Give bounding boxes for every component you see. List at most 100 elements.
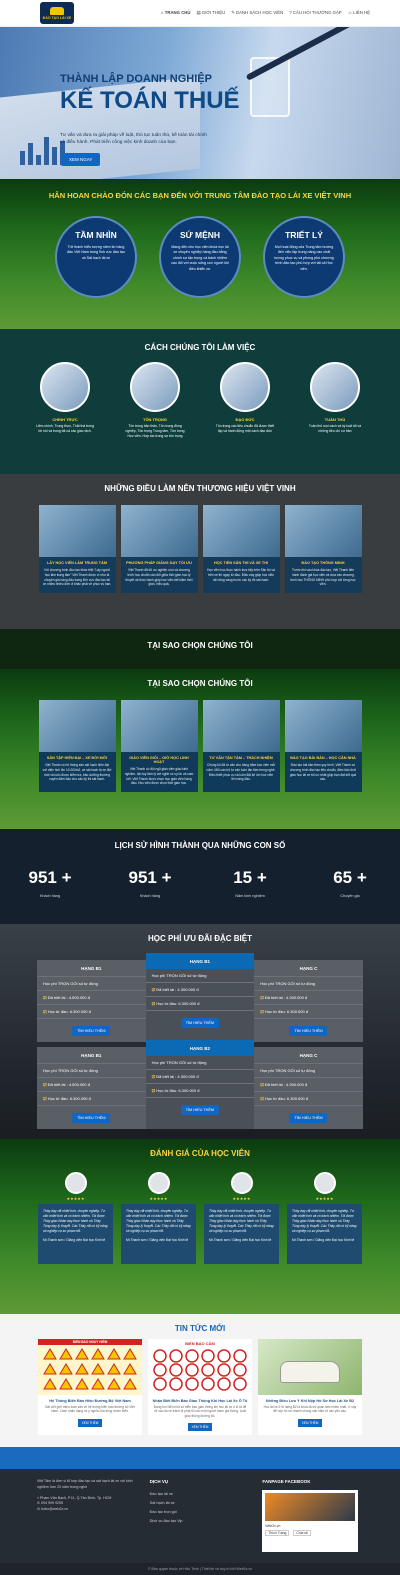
learn-more-button[interactable]: TÌM HIỂU THÊM	[289, 1026, 328, 1036]
nav-faq[interactable]: ? CÂU HỎI THƯỜNG GẶP	[289, 10, 341, 16]
work-heading: TUÂN THỦ	[324, 417, 346, 422]
price-plan-name: HẠNG B1	[37, 1047, 146, 1064]
review-text: Thầy dạy rất nhiệt tình, chuyên nghiệp. …	[126, 1209, 191, 1233]
hero-chart-image	[20, 137, 65, 165]
learn-more-button[interactable]: TÌM HIỂU THÊM	[289, 1113, 328, 1123]
avatar	[147, 1172, 170, 1194]
philosophy-heading: TRIẾT LÝ	[285, 230, 323, 240]
stat-label: Chuyên gia	[340, 894, 360, 898]
why-band-title: TẠI SAO CHỌN CHÚNG TÔI	[147, 641, 253, 650]
work-item: TUÂN THỦ Tuân thủ mọi cách và kỷ luật tốt…	[305, 362, 365, 439]
why-photo	[120, 700, 198, 752]
facebook-share-button[interactable]: Chia sẻ	[293, 1530, 311, 1536]
news-section: TIN TỨC MỚI BIỂN BÁO NGUY HIỂM Hệ Thống …	[0, 1314, 400, 1447]
brand-heading: LẤY HỌC VIÊN LÀM TRUNG TÂM	[46, 561, 108, 565]
reviewer-name: Mr.Thanh sơn / Giảng viên Đại học Kinh t…	[209, 1237, 272, 1242]
nav-students[interactable]: ✎ DANH SÁCH HỌC VIÊN	[231, 10, 283, 16]
footer-service-link[interactable]: Đào tạo lái xe	[150, 1490, 251, 1499]
learn-more-button[interactable]: TÌM HIỂU THÊM	[180, 1018, 219, 1028]
star-rating-icon: ★★★★★	[315, 1196, 334, 1201]
star-rating-icon: ★★★★★	[149, 1196, 168, 1201]
site-footer: Việt Tâm là đơn vị tổ hợp đào tạo và sát…	[0, 1469, 400, 1575]
hero-banner: THÀNH LẬP DOANH NGHIỆP KẾ TOÁN THUẾ Tư v…	[0, 27, 400, 179]
star-rating-icon: ★★★★★	[232, 1196, 251, 1201]
news-card[interactable]: BIỂN BÁO NGUY HIỂM Hệ Thống Biển Báo Hiệ…	[38, 1339, 142, 1436]
why-heading: TƯ VẤN TẬN TÂM – TRÁCH NHIỆM	[209, 756, 273, 760]
footer-email-text: hotro@web2x.vn	[41, 1507, 69, 1511]
news-card[interactable]: Những Điều Lưu Ý Khi Nộp Hồ Sơ Học Lái X…	[258, 1339, 362, 1436]
price-card: HẠNG B1 Học phí TRỌN GÓI số tự động ☑ Đã b…	[37, 1047, 146, 1129]
how-we-work-section: CÁCH CHÚNG TÔI LÀM VIỆC CHÍNH TRỰC Liêm c…	[0, 329, 400, 474]
copyright: © Bản quyền thuộc về Hữu Trinh | Thiết k…	[0, 1563, 400, 1575]
brand-card: HỌC TIẾN SÂN THI VÀ XE THI Học viên học t…	[202, 505, 280, 594]
philosophy-circle: TRIẾT LÝ Mọi hoạt động của Trung tâm hướ…	[263, 216, 345, 298]
price-line: ☑ Đã biết lái : 4.300.000 đ	[254, 991, 363, 1005]
price-line: ☑ Học từ đầu: 6.300.000 đ	[37, 1092, 146, 1106]
nav-faq-label: CÂU HỎI THƯỜNG GẶP	[292, 10, 342, 15]
learn-more-button[interactable]: TÌM HIỂU THÊM	[72, 1026, 111, 1036]
price-desc: Học phí TRỌN GÓI số tự động	[37, 977, 146, 991]
price-value: Học từ đầu: 6.300.000 đ	[264, 1009, 309, 1014]
history-section: LỊCH SỬ HÌNH THÀNH QUA NHỮNG CON SỐ 951 …	[0, 829, 400, 924]
read-more-button[interactable]: XEM THÊM	[187, 1423, 213, 1432]
learn-more-button[interactable]: TÌM HIỂU THÊM	[180, 1105, 219, 1115]
avatar	[64, 1172, 87, 1194]
footer-service-link[interactable]: Dịch vụ đào tạo Vip	[150, 1517, 251, 1526]
nav-about[interactable]: ▤ GIỚI THIỆU	[197, 10, 226, 16]
why-text: Việt Thanh có đội ngũ giáo viên giàu kin…	[124, 767, 194, 786]
price-line: ☑ Đã biết lái : 4.300.000 đ	[145, 1070, 255, 1084]
divider-band	[0, 1447, 400, 1469]
read-more-button[interactable]: XEM THÊM	[77, 1418, 103, 1427]
pricing-section: HỌC PHÍ ƯU ĐÃI ĐẶC BIỆT HẠNG B1 Học phí T…	[0, 924, 400, 1139]
why-photo	[38, 700, 116, 752]
brand-heading: HỌC TIẾN SÂN THI VÀ XE THI	[213, 561, 268, 565]
facebook-widget[interactable]: Web2x.vn Thích Trang Chia sẻ	[262, 1490, 359, 1552]
price-card: HẠNG C Học phí TRỌN GÓI số tự động ☑ Đã bi…	[254, 1047, 363, 1129]
reviews-section: ĐÁNH GIÁ CỦA HỌC VIÊN ★★★★★ Thầy dạy rất …	[0, 1139, 400, 1314]
news-photo: BIỂN BÁO CẤM	[148, 1339, 252, 1395]
footer-about-text: Việt Tâm là đơn vị tổ hợp đào tạo và sát…	[37, 1479, 133, 1489]
read-more-button[interactable]: XEM THÊM	[297, 1418, 323, 1427]
price-value: Học từ đầu: 6.300.000 đ	[156, 1088, 200, 1093]
news-photo: BIỂN BÁO NGUY HIỂM	[38, 1339, 142, 1395]
why-section: TẠI SAO CHỌN CHÚNG TÔI SÂN TẬP HIỆN ĐẠI …	[0, 669, 400, 829]
stat-item: 15 + Năm kinh nghiệm	[220, 868, 280, 898]
nav-home-label: TRANG CHỦ	[164, 10, 191, 15]
price-line: ☑ Học từ đầu: 6.300.000 đ	[145, 1084, 255, 1098]
hero-cta-button[interactable]: XEM NGAY	[61, 153, 101, 166]
facebook-like-button[interactable]: Thích Trang	[265, 1530, 290, 1536]
nav-contact-label: LIÊN HỆ	[353, 10, 370, 15]
footer-services: DỊCH VỤ Đào tạo lái xe Sát hạch lái xe Đ…	[150, 1479, 251, 1575]
footer-email[interactable]: ✉ hotro@web2x.vn	[37, 1507, 138, 1513]
stat-item: 951 + Khách hàng	[20, 868, 80, 898]
welcome-section: HÂN HOAN CHÀO ĐÓN CÁC BẠN ĐẾN VỚI TRUNG …	[0, 179, 400, 329]
avatar	[313, 1172, 336, 1194]
brand-section: NHỮNG ĐIỀU LÀM NÊN THƯƠNG HIỆU VIỆT VINH…	[0, 474, 400, 629]
footer-service-link[interactable]: Sát hạch lái xe	[150, 1499, 251, 1508]
warning-signs-icon	[43, 1348, 137, 1390]
nav-contact[interactable]: ☺ LIÊN HỆ	[348, 10, 370, 16]
brand-photo	[120, 505, 198, 557]
why-text: Chúng tôi đã tư vấn cho hàng trăm học vi…	[206, 763, 276, 782]
learn-more-button[interactable]: TÌM HIỂU THÊM	[72, 1113, 111, 1123]
brand-card: ĐÀO TẠO THÔNG MINH Trước khi vào khóa đào…	[284, 505, 362, 594]
footer-service-link[interactable]: Đào tạo trọn gói	[150, 1508, 251, 1517]
review-card: ★★★★★ Thầy dạy rất nhiệt tình, chuyên ngh…	[204, 1172, 279, 1264]
why-card: TƯ VẤN TẬN TÂM – TRÁCH NHIỆM Chúng tôi đã…	[202, 700, 280, 793]
nav-home[interactable]: ⌂ TRANG CHỦ	[161, 10, 191, 16]
news-card[interactable]: BIỂN BÁO CẤM Nhận Biết Biển Báo Giao Thô…	[148, 1339, 252, 1436]
brand-text: Trước khi vào khóa đào tạo, Việt Thanh t…	[290, 568, 356, 587]
why-text: Việt Thanh có hệ thống sân sát hạch hiện…	[42, 763, 112, 782]
news-photo-banner: BIỂN BÁO CẤM	[185, 1341, 215, 1346]
brand-photo	[202, 505, 280, 557]
vision-text: Trở thành biểu tượng niềm tin hàng đầu V…	[67, 245, 125, 260]
news-excerpt: Học lái xe ô tô hạng B2 là khoá được qua…	[263, 1405, 357, 1414]
reviewer-name: Mr.Thanh sơn / Giảng viên Đại học Kinh t…	[43, 1237, 106, 1242]
stat-number: 15 +	[233, 868, 267, 887]
brand-text: Việt Thanh đã tối ưu nghiên cứu và chươn…	[125, 568, 193, 587]
news-excerpt: Đang tìm hiểu một số biển báo giao thông…	[153, 1405, 247, 1418]
brand-title: NHỮNG ĐIỀU LÀM NÊN THƯƠNG HIỆU VIỆT VINH	[104, 484, 296, 493]
price-plan-name: HẠNG C	[254, 960, 363, 977]
site-logo[interactable]: ĐÀO TẠO LÁI XE	[40, 2, 74, 24]
nav-students-label: DANH SÁCH HỌC VIÊN	[235, 10, 284, 15]
